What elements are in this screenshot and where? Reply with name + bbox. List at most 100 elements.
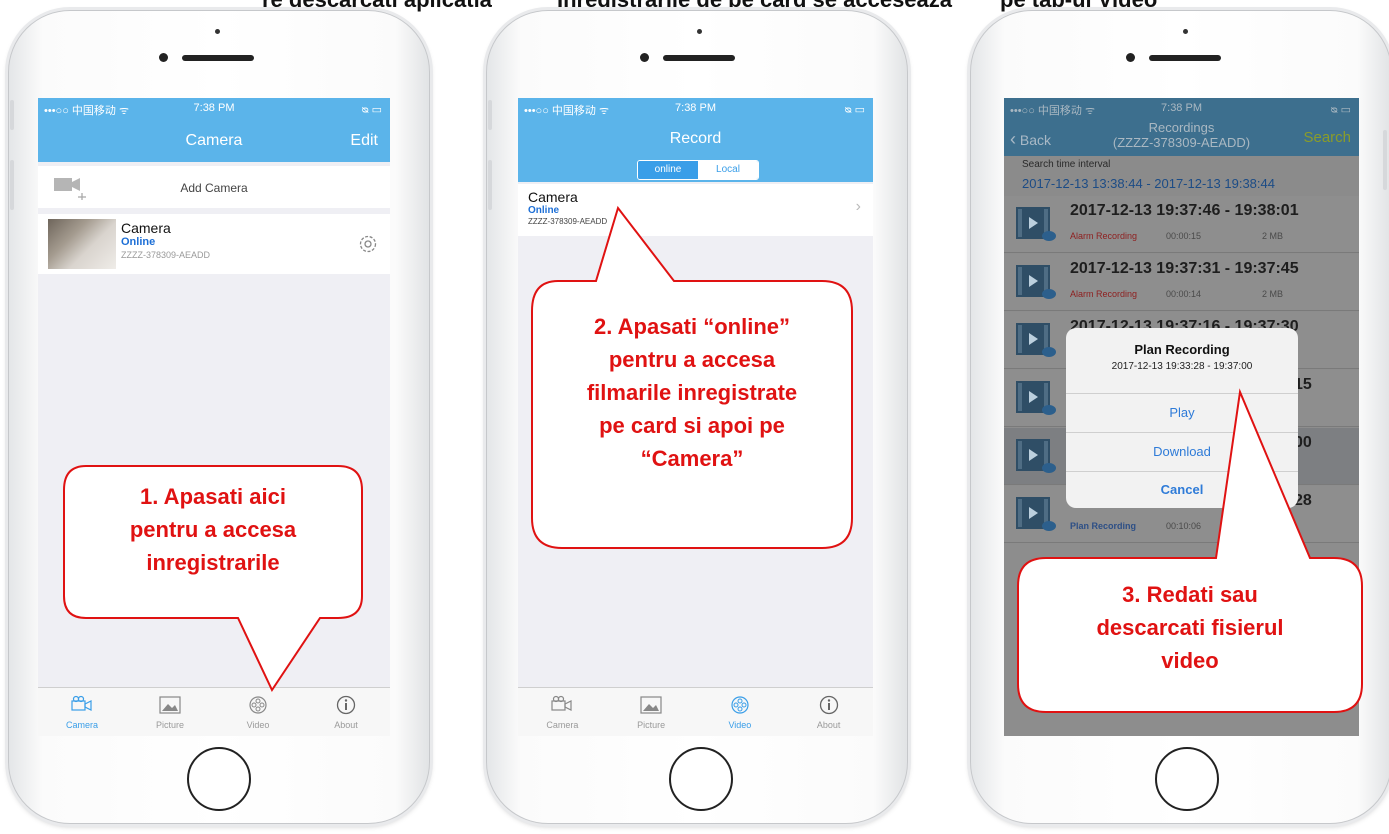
- tab-label: Video: [246, 720, 270, 730]
- proximity-sensor: [697, 29, 702, 34]
- earpiece-speaker: [1149, 55, 1221, 61]
- recording-row[interactable]: 2017-12-13 19:37:31 - 19:37:45 Alarm Reco…: [1004, 254, 1359, 311]
- side-button: [10, 160, 14, 210]
- add-camera-label: Add Camera: [180, 181, 248, 195]
- recording-time: 2017-12-13 19:37:31 - 19:37:45: [1070, 260, 1299, 277]
- tab-video[interactable]: Video: [214, 688, 302, 736]
- interval-label: Search time interval: [1022, 159, 1111, 170]
- earpiece-speaker: [663, 55, 735, 61]
- callout-line: pentru a accesa: [129, 517, 297, 542]
- camera-thumbnail: [48, 219, 116, 269]
- recording-time: 2017-12-13 19:37:46 - 19:38:01: [1070, 202, 1299, 219]
- info-icon: [336, 695, 356, 715]
- camera-name: Camera: [121, 220, 171, 236]
- camera-id: ZZZZ-378309-AEADD: [528, 217, 608, 226]
- interval-header: Search time interval 2017-12-13 13:38:44…: [1004, 156, 1359, 196]
- segment-online[interactable]: online: [638, 161, 698, 179]
- tab-bar: Camera Picture Video About: [518, 687, 873, 736]
- callout-line: 3. Redati sau: [1122, 582, 1258, 607]
- video-thumbnail-icon: [1016, 207, 1056, 241]
- add-camera-row[interactable]: Add Camera: [38, 166, 390, 208]
- recording-type: Alarm Recording: [1070, 231, 1138, 241]
- camera-id: ZZZZ-378309-AEADD: [121, 250, 211, 260]
- callout-line: 2. Apasati “online”: [593, 314, 790, 339]
- status-time: 7:38 PM: [1161, 102, 1202, 114]
- callout-2-text: 2. Apasati “online” pentru a accesa film…: [532, 310, 852, 475]
- nav-bar: •••○○ 中国移动 ᯤ 7:38 PM ᴓ ▭ ‹ Back Recordin…: [1004, 98, 1359, 156]
- video-thumbnail-icon: [1016, 439, 1056, 473]
- tab-picture[interactable]: Picture: [126, 688, 214, 736]
- edit-button[interactable]: Edit: [350, 132, 378, 150]
- cancel-button[interactable]: Cancel: [1066, 472, 1298, 508]
- camera-list-item[interactable]: Camera Online ZZZZ-378309-AEADD: [38, 214, 390, 274]
- proximity-sensor: [215, 29, 220, 34]
- video-thumbnail-icon: [1016, 265, 1056, 299]
- status-time: 7:38 PM: [675, 102, 716, 114]
- chevron-right-icon: ›: [855, 198, 861, 215]
- picture-icon: [640, 696, 662, 714]
- home-button[interactable]: [1155, 747, 1219, 811]
- tab-label: Camera: [65, 720, 98, 730]
- status-bar: •••○○ 中国移动 ᯤ 7:38 PM ᴓ ▭: [38, 98, 390, 118]
- video-thumbnail-icon: [1016, 497, 1056, 531]
- film-reel-icon: [249, 696, 267, 714]
- callout-line: inregistrarile: [146, 550, 280, 575]
- callout-line: descarcati fisierul: [1096, 615, 1284, 640]
- video-thumbnail-icon: [1016, 381, 1056, 415]
- segment-local[interactable]: Local: [698, 161, 758, 179]
- tab-video[interactable]: Video: [696, 688, 785, 736]
- battery-icon: ᴓ ▭: [361, 104, 382, 116]
- camera-status: Online: [121, 236, 156, 248]
- nav-title: Record: [669, 130, 722, 147]
- recording-size: 2 MB: [1262, 231, 1284, 241]
- callout-line: pentru a accesa: [608, 347, 776, 372]
- tab-label: About: [816, 720, 841, 730]
- tab-camera[interactable]: Camera: [518, 688, 607, 736]
- tab-camera[interactable]: Camera: [38, 688, 126, 736]
- camera-status: Online: [528, 205, 560, 216]
- status-time: 7:38 PM: [193, 102, 235, 114]
- tab-label: About: [334, 720, 358, 730]
- callout-line: filmarile inregistrate: [586, 380, 798, 405]
- tab-picture[interactable]: Picture: [607, 688, 696, 736]
- side-button: [10, 100, 14, 130]
- front-camera: [1126, 53, 1135, 62]
- tab-about[interactable]: About: [302, 688, 390, 736]
- recording-type: Plan Recording: [1070, 521, 1137, 531]
- recording-duration: 00:00:15: [1166, 231, 1202, 241]
- phone-1-screen: •••○○ 中国移动 ᯤ 7:38 PM ᴓ ▭ Camera Edit Add…: [38, 98, 390, 736]
- earpiece-speaker: [182, 55, 254, 61]
- info-icon: [819, 695, 838, 715]
- video-thumbnail-icon: [1016, 323, 1056, 357]
- front-camera: [159, 53, 168, 62]
- download-button[interactable]: Download: [1066, 433, 1298, 471]
- action-dialog: Plan Recording 2017-12-13 19:33:28 - 19:…: [1066, 328, 1298, 508]
- battery-icon: ᴓ ▭: [1330, 104, 1351, 116]
- video-camera-icon: [551, 695, 572, 711]
- tab-bar: Camera Picture Video About: [38, 687, 390, 736]
- callout-line: video: [1161, 648, 1219, 673]
- recording-duration: 00:00:14: [1166, 289, 1202, 299]
- side-button: [488, 100, 492, 130]
- nav-bar: •••○○ 中国移动 ᯤ 7:38 PM ᴓ ▭ Camera Edit: [38, 98, 390, 162]
- tab-label: Video: [728, 720, 752, 730]
- status-bar: •••○○ 中国移动 ᯤ 7:38 PM ᴓ ▭: [1004, 98, 1359, 118]
- dialog-title: Plan Recording: [1134, 342, 1230, 357]
- tab-about[interactable]: About: [784, 688, 873, 736]
- proximity-sensor: [1183, 29, 1188, 34]
- tab-label: Camera: [546, 720, 579, 730]
- home-button[interactable]: [187, 747, 251, 811]
- callout-3-text: 3. Redati sau descarcati fisierul video: [1018, 578, 1362, 677]
- play-button[interactable]: Play: [1066, 394, 1298, 432]
- dialog-subtitle: 2017-12-13 19:33:28 - 19:37:00: [1111, 361, 1253, 372]
- recording-duration: 00:10:06: [1166, 521, 1202, 531]
- home-button[interactable]: [669, 747, 733, 811]
- recording-row[interactable]: 2017-12-13 19:37:46 - 19:38:01 Alarm Reco…: [1004, 196, 1359, 253]
- recording-type: Alarm Recording: [1070, 289, 1138, 299]
- search-button[interactable]: Search: [1303, 129, 1351, 146]
- callout-line: pe card si apoi pe: [599, 413, 785, 438]
- video-camera-icon: [71, 695, 92, 711]
- camera-list-item[interactable]: Camera Online ZZZZ-378309-AEADD ›: [518, 184, 873, 236]
- status-bar: •••○○ 中国移动 ᯤ 7:38 PM ᴓ ▭: [518, 98, 873, 118]
- gear-icon[interactable]: [358, 234, 378, 254]
